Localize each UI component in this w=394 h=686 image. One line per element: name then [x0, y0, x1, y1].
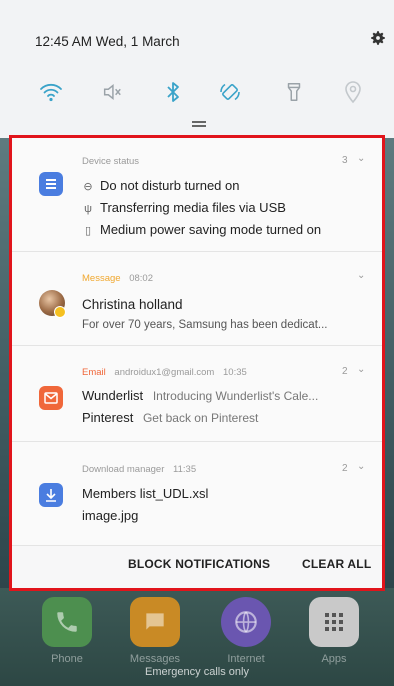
wifi-icon[interactable] [37, 78, 65, 106]
notification-device-status[interactable]: Device status 3 ⌄ ⊖ Do not disturb turned… [12, 138, 382, 252]
messages-icon [130, 597, 180, 647]
email-row: Wunderlist Introducing Wunderlist's Cale… [82, 388, 318, 403]
chevron-down-icon[interactable]: ⌄ [357, 461, 365, 472]
download-icon [39, 483, 63, 507]
notification-actions: BLOCK NOTIFICATIONS CLEAR ALL [12, 546, 382, 586]
app-apps[interactable]: Apps [305, 597, 363, 665]
battery-icon: ▯ [84, 225, 92, 237]
app-label: Apps [321, 653, 347, 665]
emergency-calls-label: Emergency calls only [145, 666, 249, 678]
message-sender: Christina holland [82, 297, 183, 312]
notification-panel: Device status 3 ⌄ ⊖ Do not disturb turned… [9, 135, 385, 591]
location-icon[interactable] [339, 78, 367, 106]
email-icon [39, 386, 63, 410]
drag-handle-icon[interactable] [192, 121, 206, 127]
app-label: Phone [51, 653, 83, 665]
notification-count: 2 [342, 463, 348, 474]
device-status-icon [39, 172, 63, 196]
block-notifications-button[interactable]: BLOCK NOTIFICATIONS [128, 557, 270, 571]
email-sender: Wunderlist [82, 388, 144, 403]
quick-toggles [0, 78, 394, 108]
notification-time: 11:35 [173, 464, 197, 475]
line-text: Do not disturb turned on [100, 178, 240, 193]
notification-download[interactable]: Download manager 11:35 2 ⌄ Members list_… [12, 442, 382, 546]
line-text: Transferring media files via USB [100, 200, 286, 215]
notification-count: 3 [342, 155, 348, 166]
message-badge-icon [54, 306, 66, 318]
app-label: Messages [129, 653, 181, 665]
notification-count: 2 [342, 366, 348, 377]
globe-icon [221, 597, 271, 647]
chevron-down-icon[interactable]: ⌄ [357, 364, 365, 375]
chevron-down-icon[interactable]: ⌄ [357, 153, 365, 164]
apps-grid-icon [309, 597, 359, 647]
email-account: androidux1@gmail.com [114, 367, 215, 378]
time-date: 12:45 AM Wed, 1 March [35, 34, 180, 49]
line-text: Medium power saving mode turned on [100, 222, 322, 237]
quick-settings-panel: 12:45 AM Wed, 1 March [0, 0, 394, 138]
usb-icon: ψ [84, 203, 92, 215]
email-subject: Introducing Wunderlist's Cale... [152, 389, 319, 403]
notification-app-name: Download manager [82, 464, 165, 475]
device-status-line: ψ Transferring media files via USB [82, 200, 286, 215]
email-subject: Get back on Pinterest [142, 411, 259, 425]
notification-header: Device status [82, 156, 140, 167]
notification-time: 08:02 [129, 273, 153, 284]
email-sender: Pinterest [82, 410, 134, 425]
notification-app-name: Email [82, 367, 106, 378]
bluetooth-icon[interactable] [160, 78, 188, 106]
notification-header: Email androidux1@gmail.com 10:35 [82, 367, 247, 378]
email-row: Pinterest Get back on Pinterest [82, 410, 258, 425]
clear-all-button[interactable]: CLEAR ALL [302, 557, 371, 571]
notification-message[interactable]: Message 08:02 ⌄ Christina holland For ov… [12, 252, 382, 346]
do-not-disturb-icon: ⊖ [83, 181, 93, 193]
notification-header: Message 08:02 [82, 273, 153, 284]
notification-app-name: Message [82, 273, 121, 284]
phone-icon [42, 597, 92, 647]
app-messages[interactable]: Messages [126, 597, 184, 665]
notification-email[interactable]: Email androidux1@gmail.com 10:35 2 ⌄ Wun… [12, 346, 382, 442]
notification-time: 10:35 [223, 367, 247, 378]
flashlight-icon[interactable] [280, 78, 308, 106]
device-status-line: ⊖ Do not disturb turned on [82, 178, 239, 193]
chevron-down-icon[interactable]: ⌄ [357, 270, 365, 281]
download-file: image.jpg [82, 508, 139, 523]
message-preview: For over 70 years, Samsung has been dedi… [82, 319, 328, 331]
app-label: Internet [227, 653, 265, 665]
sound-off-icon[interactable] [98, 78, 126, 106]
device-status-line: ▯ Medium power saving mode turned on [82, 222, 321, 237]
app-phone[interactable]: Phone [38, 597, 96, 665]
notification-header: Download manager 11:35 [82, 464, 196, 475]
auto-rotate-icon[interactable] [216, 78, 244, 106]
app-internet[interactable]: Internet [217, 597, 275, 665]
settings-gear-icon[interactable] [369, 29, 387, 47]
download-file: Members list_UDL.xsl [82, 486, 209, 501]
